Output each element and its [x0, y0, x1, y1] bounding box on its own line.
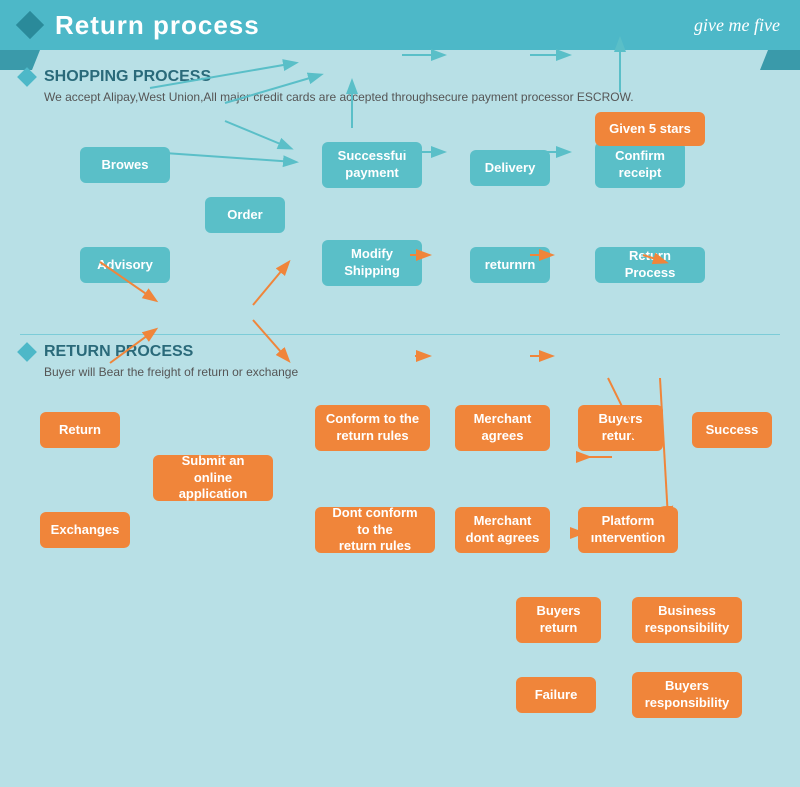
shopping-section-title: SHOPPING PROCESS: [44, 68, 211, 86]
return-diamond-icon: [17, 342, 37, 362]
brand-logo: give me five: [694, 15, 780, 36]
buyers-resp-box: Buyersresponsibility: [632, 672, 742, 718]
conform-rules-box: Conform to thereturn rules: [315, 405, 430, 451]
shopping-section-header: SHOPPING PROCESS: [20, 68, 780, 86]
return-flow-area: Return Exchanges Submit an onlineapplica…: [20, 387, 780, 777]
header: Return process give me five: [0, 0, 800, 50]
business-resp-box: Businessresponsibility: [632, 597, 742, 643]
successful-payment-box: Successfulpayment: [322, 142, 422, 188]
platform-intervention-box: Platformintervention: [578, 507, 678, 553]
return-process-box: Return Process: [595, 247, 705, 283]
merchant-agrees-box: Merchantagrees: [455, 405, 550, 451]
main-content: SHOPPING PROCESS We accept Alipay,West U…: [0, 50, 800, 787]
dont-conform-box: Dont conform to thereturn rules: [315, 507, 435, 553]
return-button-box: Return: [40, 412, 120, 448]
returnrn-box: returnrn: [470, 247, 550, 283]
merchant-dont-box: Merchantdont agrees: [455, 507, 550, 553]
given-5-stars-box: Given 5 stars: [595, 112, 705, 146]
shopping-description: We accept Alipay,West Union,All major cr…: [44, 90, 780, 104]
page-title: Return process: [55, 10, 260, 41]
shopping-diamond-icon: [17, 67, 37, 87]
failure-box: Failure: [516, 677, 596, 713]
shopping-flow-area: Browes Order Advisory ModifyShipping Suc…: [20, 112, 780, 332]
success-box: Success: [692, 412, 772, 448]
buyers-return2-box: Buyersreturn: [516, 597, 601, 643]
buyers-return1-box: Buyersreturn: [578, 405, 663, 451]
header-diamond-icon: [16, 11, 44, 39]
return-section-title: RETURN PROCESS: [44, 343, 193, 361]
exchanges-box: Exchanges: [40, 512, 130, 548]
advisory-box: Advisory: [80, 247, 170, 283]
return-description: Buyer will Bear the freight of return or…: [44, 365, 780, 379]
confirm-receipt-box: Confirmreceipt: [595, 142, 685, 188]
submit-online-box: Submit an onlineapplication: [153, 455, 273, 501]
section-divider: [20, 334, 780, 335]
modify-shipping-box: ModifyShipping: [322, 240, 422, 286]
order-box: Order: [205, 197, 285, 233]
return-section-header: RETURN PROCESS: [20, 343, 780, 361]
delivery-box: Delivery: [470, 150, 550, 186]
browes-box: Browes: [80, 147, 170, 183]
